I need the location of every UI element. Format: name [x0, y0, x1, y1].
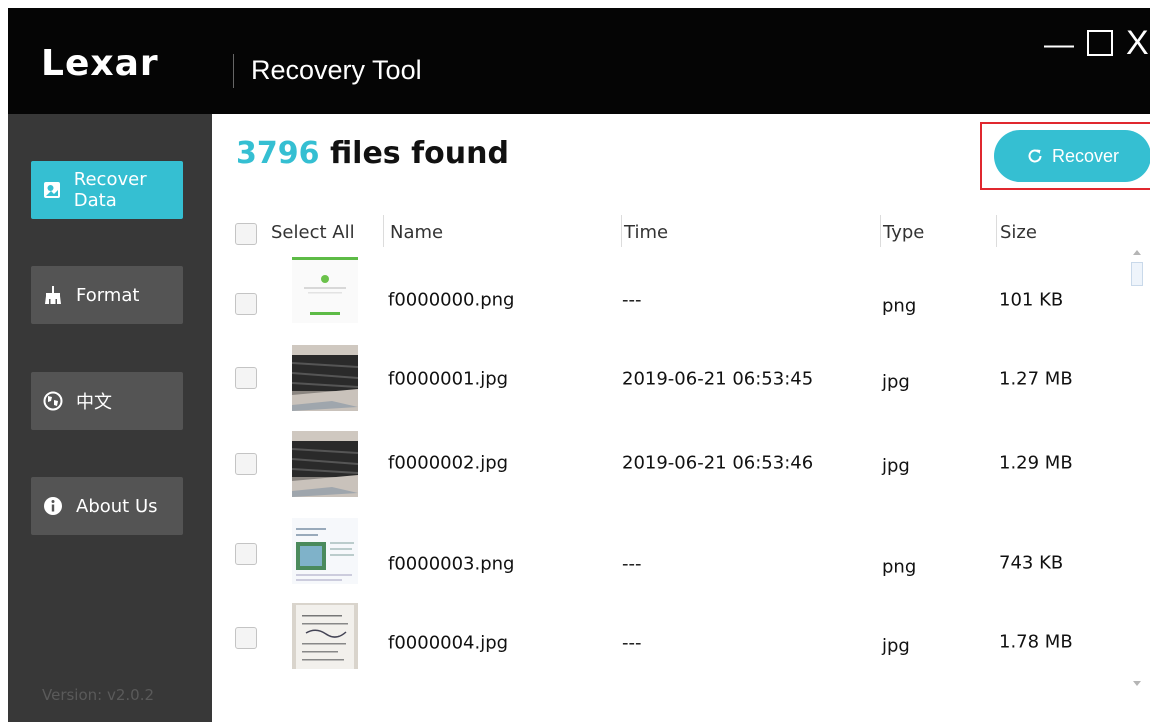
column-divider: [621, 215, 622, 247]
sidebar: Recover Data Format 中文 About Us Version:…: [8, 114, 212, 722]
sidebar-item-label: 中文: [76, 392, 112, 413]
file-size: 743 KB: [999, 552, 1064, 574]
row-checkbox[interactable]: [235, 367, 257, 389]
scroll-up-icon[interactable]: [1132, 248, 1142, 256]
title-divider: [233, 54, 234, 88]
title-bar: Lexar Recovery Tool — X: [8, 8, 1150, 114]
close-button[interactable]: X: [1126, 26, 1149, 60]
sidebar-item-format[interactable]: Format: [31, 266, 183, 324]
file-time: ---: [622, 632, 642, 654]
sidebar-item-label: Recover Data: [73, 169, 147, 211]
file-time: 2019-06-21 06:53:45: [622, 368, 814, 390]
broom-icon: [42, 284, 64, 306]
row-checkbox[interactable]: [235, 543, 257, 565]
file-list-scrollbar[interactable]: [1128, 244, 1146, 704]
column-header-name[interactable]: Name: [390, 222, 443, 243]
main-panel: 3796 files found Recover Select All Name…: [212, 114, 1150, 722]
file-type: png: [882, 295, 917, 317]
file-type: jpg: [882, 455, 910, 477]
file-thumbnail: [292, 518, 358, 584]
files-found-heading: 3796 files found: [236, 136, 509, 171]
file-time: 2019-06-21 06:53:46: [622, 452, 814, 474]
minimize-button[interactable]: —: [1044, 30, 1074, 60]
sidebar-item-language[interactable]: 中文: [31, 372, 183, 430]
file-name: f0000000.png: [388, 289, 515, 311]
file-size: 1.29 MB: [999, 452, 1073, 474]
file-type: jpg: [882, 635, 910, 657]
column-divider: [383, 215, 384, 247]
table-row[interactable]: f0000002.jpg 2019-06-21 06:53:46 jpg 1.2…: [212, 429, 1130, 515]
row-checkbox[interactable]: [235, 627, 257, 649]
info-icon: [42, 495, 64, 517]
file-size: 1.78 MB: [999, 631, 1073, 653]
file-size: 1.27 MB: [999, 368, 1073, 390]
app-title: Recovery Tool: [251, 55, 422, 85]
file-thumbnail: [292, 257, 358, 323]
sidebar-item-about-us[interactable]: About Us: [31, 477, 183, 535]
select-all-checkbox[interactable]: [235, 223, 257, 245]
file-type: jpg: [882, 371, 910, 393]
file-type: png: [882, 556, 917, 578]
row-checkbox[interactable]: [235, 453, 257, 475]
recover-button[interactable]: Recover: [994, 130, 1150, 182]
globe-icon: [42, 390, 64, 412]
recover-highlight: Recover: [980, 122, 1150, 190]
table-row[interactable]: f0000004.jpg --- jpg 1.78 MB: [212, 601, 1130, 687]
table-row[interactable]: f0000000.png --- png 101 KB: [212, 257, 1130, 343]
files-found-label: files found: [319, 136, 509, 171]
column-divider: [880, 215, 881, 247]
row-checkbox[interactable]: [235, 293, 257, 315]
file-time: ---: [622, 553, 642, 575]
select-all-label[interactable]: Select All: [271, 222, 355, 243]
file-time: ---: [622, 289, 642, 311]
file-size: 101 KB: [999, 289, 1064, 311]
lexar-logo: Lexar: [41, 43, 159, 84]
photo-icon: [42, 179, 62, 201]
maximize-button[interactable]: [1087, 30, 1113, 56]
table-row[interactable]: f0000001.jpg 2019-06-21 06:53:45 jpg 1.2…: [212, 343, 1130, 429]
column-header-time[interactable]: Time: [624, 222, 668, 243]
file-name: f0000003.png: [388, 553, 515, 575]
scroll-down-icon[interactable]: [1132, 680, 1142, 688]
column-header-size[interactable]: Size: [1000, 222, 1037, 243]
column-divider: [996, 215, 997, 247]
file-name: f0000001.jpg: [388, 368, 509, 390]
scroll-thumb[interactable]: [1131, 262, 1143, 286]
sidebar-item-label: About Us: [76, 495, 158, 517]
file-thumbnail: [292, 345, 358, 411]
recover-button-label: Recover: [1051, 145, 1120, 166]
file-count: 3796: [236, 136, 320, 171]
sidebar-item-label: Format: [76, 284, 140, 306]
sidebar-item-recover-data[interactable]: Recover Data: [31, 161, 183, 219]
column-header-type[interactable]: Type: [883, 222, 924, 243]
table-row[interactable]: f0000003.png --- png 743 KB: [212, 515, 1130, 601]
version-label: Version: v2.0.2: [42, 686, 155, 704]
refresh-icon: [1026, 147, 1044, 165]
file-thumbnail: [292, 603, 358, 669]
file-name: f0000002.jpg: [388, 452, 509, 474]
file-name: f0000004.jpg: [388, 632, 509, 654]
file-thumbnail: [292, 431, 358, 497]
